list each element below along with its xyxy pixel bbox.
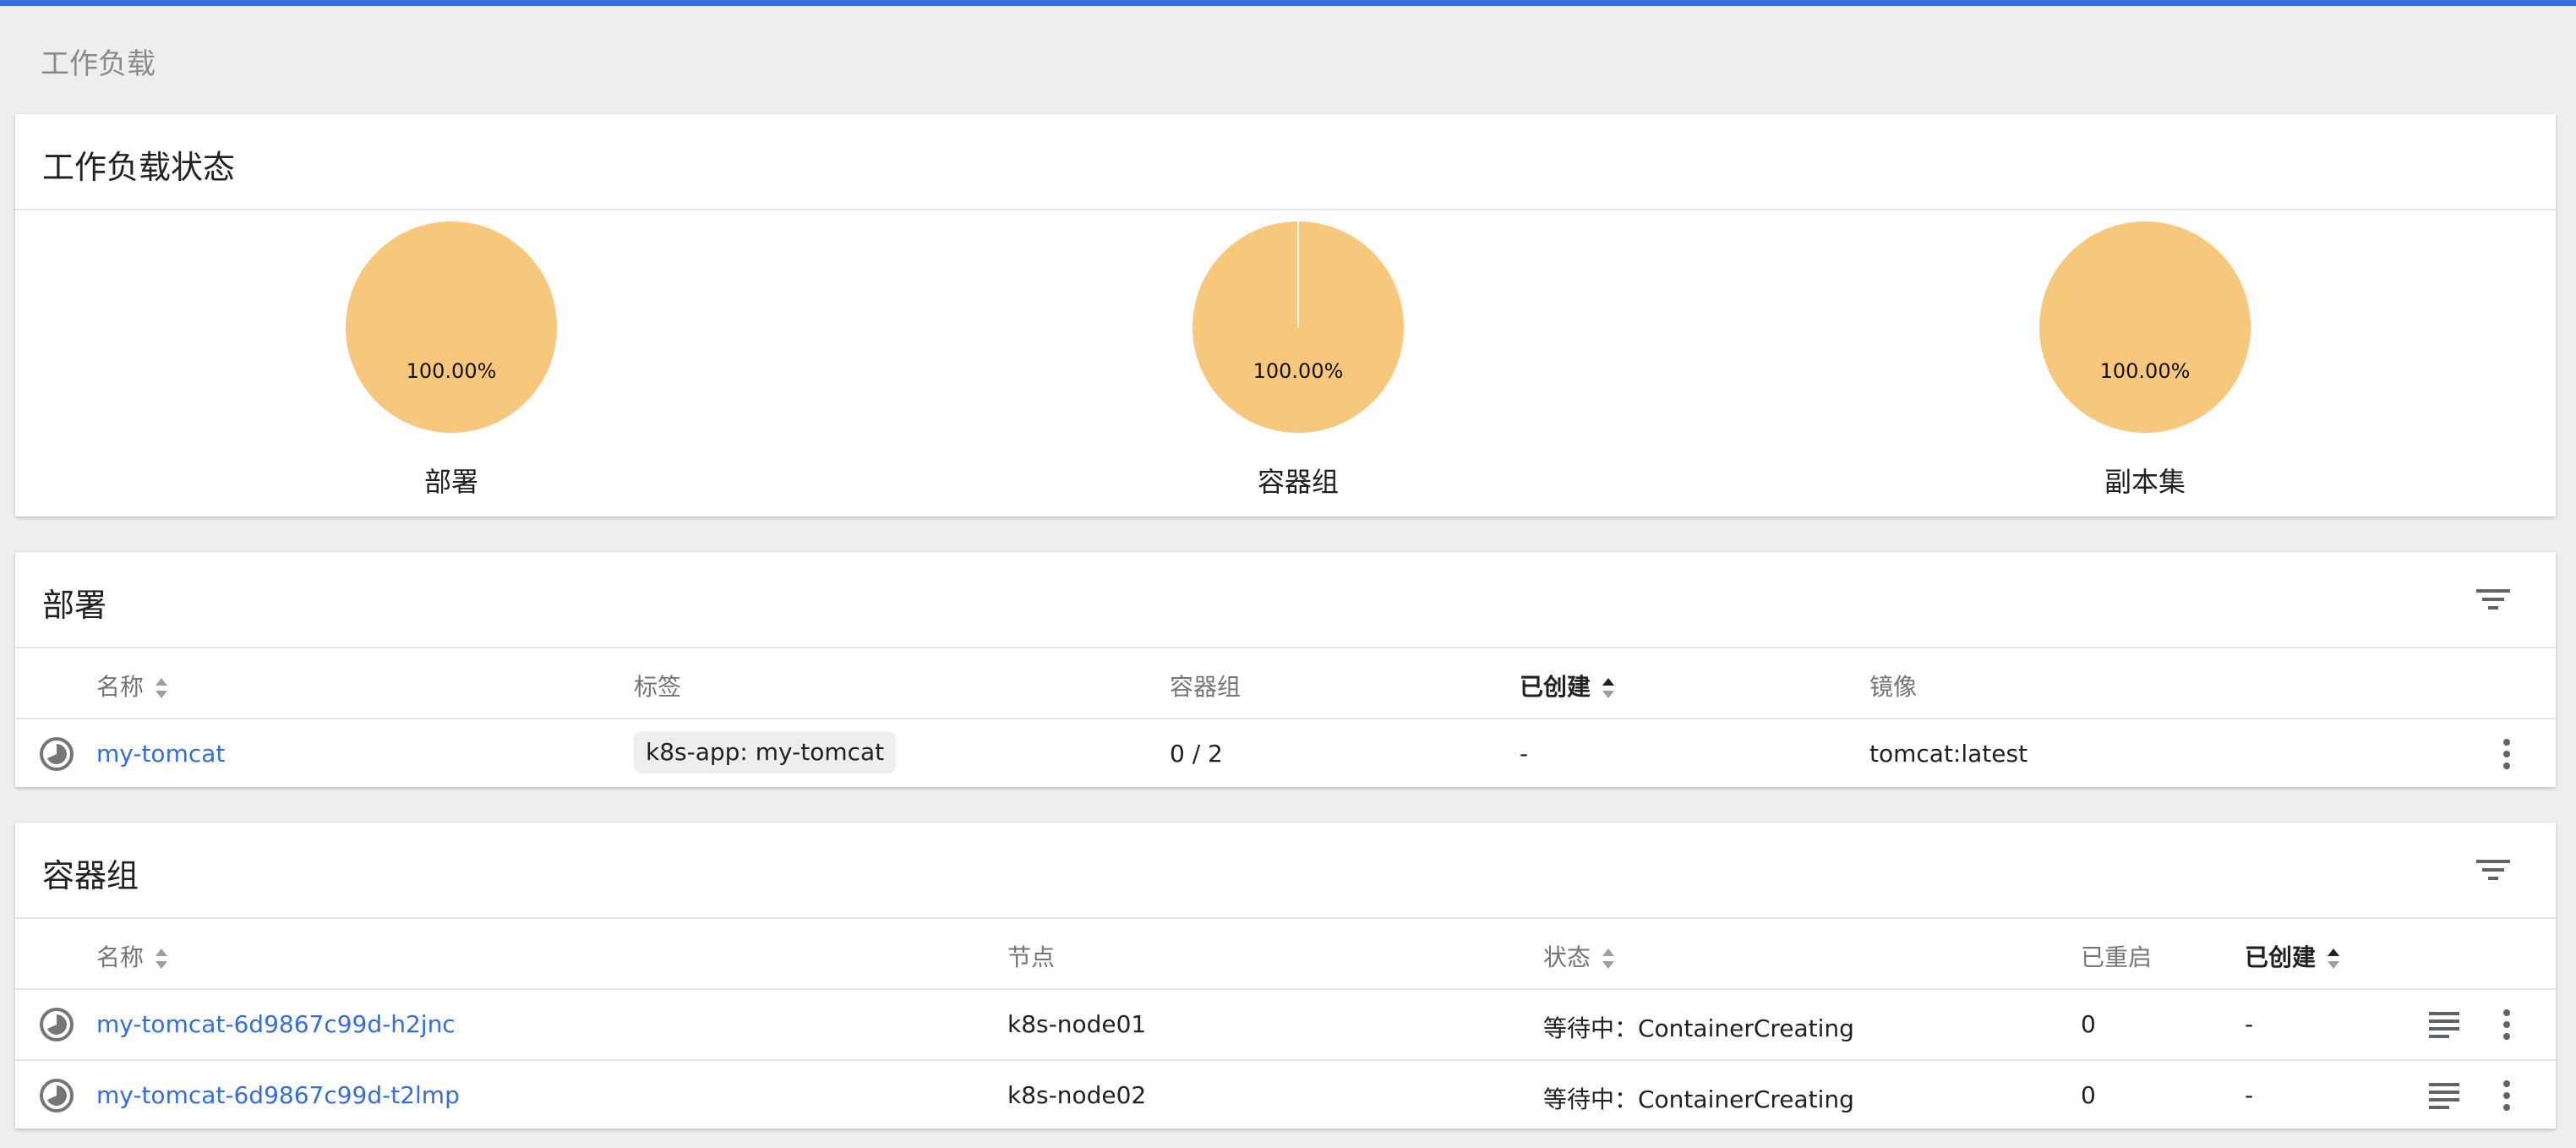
replicaset-chart-label[interactable]: 副本集 [2018, 461, 2272, 500]
pod-node: k8s-node01 [1007, 1010, 1147, 1038]
pod-status: 等待中：ContainerCreating [1543, 1014, 1854, 1042]
pending-status-icon [40, 1008, 74, 1041]
deployment-pie-slice [346, 221, 557, 433]
workload-status-title: 工作负载状态 [42, 149, 236, 186]
pod-name-link[interactable]: my-tomcat-6d9867c99d-h2jnc [96, 1010, 456, 1038]
deployment-percent: 100.00% [406, 359, 497, 383]
more-vert-icon[interactable] [2498, 1078, 2515, 1113]
deployment-image: tomcat:latest [1869, 740, 2028, 768]
pod-created: - [2245, 1010, 2254, 1038]
col-created-label: 已创建 [1520, 673, 1591, 701]
table-row: my-tomcat-6d9867c99d-t2lmp k8s-node02 等待… [15, 1061, 2556, 1130]
col-status-label: 状态 [1543, 943, 1591, 971]
pod-name-link[interactable]: my-tomcat-6d9867c99d-t2lmp [96, 1081, 460, 1109]
deployments-table-header: 名称 标签 容器组 已创建 镜像 [15, 648, 2556, 719]
pending-status-icon [40, 737, 74, 771]
more-vert-icon[interactable] [2498, 736, 2515, 772]
col-created[interactable]: 已创建 [2245, 939, 2341, 973]
more-vert-icon[interactable] [2498, 1007, 2515, 1042]
workload-status-card: 工作负载状态 100.00% 部署 100.00% 容器组 100.00% 副本… [15, 114, 2556, 517]
col-images: 镜像 [1869, 673, 1918, 701]
col-restarts: 已重启 [2081, 943, 2153, 971]
sort-icon[interactable] [1601, 946, 1616, 971]
pod-restarts: 0 [2081, 1081, 2096, 1109]
pods-card: 容器组 名称 节点 状态 已重启 已创建 my-tomcat-6d9867c99… [15, 823, 2556, 1129]
pod-chart-label[interactable]: 容器组 [1171, 461, 1425, 500]
col-node: 节点 [1007, 943, 1056, 971]
deployments-title: 部署 [42, 587, 107, 624]
workload-status-header: 工作负载状态 [15, 114, 2556, 210]
logs-icon[interactable] [2429, 1010, 2459, 1039]
pod-percent: 100.00% [1253, 359, 1344, 383]
pending-status-icon [40, 1079, 74, 1112]
pod-restarts: 0 [2081, 1010, 2096, 1038]
col-created-label: 已创建 [2245, 943, 2317, 971]
deployment-pie [346, 221, 557, 433]
deployment-created: - [1520, 740, 1529, 768]
col-name[interactable]: 名称 [96, 669, 169, 702]
pod-created: - [2245, 1081, 2254, 1109]
col-labels: 标签 [634, 673, 682, 701]
col-name-label: 名称 [96, 673, 145, 701]
deployment-pods: 0 / 2 [1170, 740, 1223, 768]
sort-icon[interactable] [1601, 675, 1616, 701]
label-chip: k8s-app: my-tomcat [634, 731, 897, 774]
logs-icon[interactable] [2429, 1081, 2459, 1110]
deployment-chart-label[interactable]: 部署 [325, 461, 578, 500]
col-status[interactable]: 状态 [1543, 939, 1616, 973]
table-row: my-tomcat-6d9867c99d-h2jnc k8s-node01 等待… [15, 990, 2556, 1061]
col-name[interactable]: 名称 [96, 939, 169, 973]
replicaset-pie-slice [2039, 221, 2251, 433]
filter-icon[interactable] [2475, 582, 2512, 616]
col-pods: 容器组 [1170, 673, 1242, 701]
table-row: my-tomcat k8s-app: my-tomcat 0 / 2 - tom… [15, 719, 2556, 789]
replicaset-pie [2039, 221, 2251, 433]
sort-icon[interactable] [154, 946, 169, 971]
deployments-card: 部署 名称 标签 容器组 已创建 镜像 my-tomcat k8s-app: m… [15, 552, 2556, 787]
top-accent-bar [0, 0, 2576, 6]
pods-table-header: 名称 节点 状态 已重启 已创建 [15, 919, 2556, 990]
deployments-header: 部署 [15, 552, 2556, 648]
sort-icon[interactable] [2326, 946, 2341, 971]
pod-status: 等待中：ContainerCreating [1543, 1085, 1854, 1113]
replicaset-percent: 100.00% [2099, 359, 2191, 383]
col-name-label: 名称 [96, 943, 145, 971]
breadcrumb[interactable]: 工作负载 [41, 41, 156, 82]
sort-icon[interactable] [154, 675, 169, 701]
pods-header: 容器组 [15, 823, 2556, 919]
pods-title: 容器组 [42, 857, 139, 894]
pod-node: k8s-node02 [1007, 1081, 1147, 1109]
deployment-name-link[interactable]: my-tomcat [96, 740, 225, 768]
pod-pie [1192, 221, 1404, 433]
filter-icon[interactable] [2475, 853, 2512, 887]
col-created[interactable]: 已创建 [1520, 669, 1616, 702]
